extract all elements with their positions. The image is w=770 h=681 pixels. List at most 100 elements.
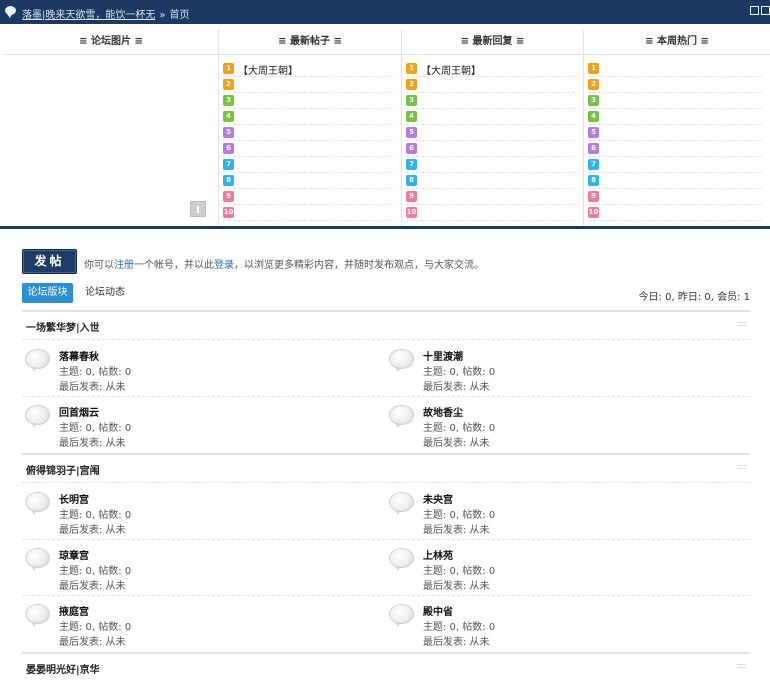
list-item[interactable]: 7 (406, 157, 575, 173)
forum-name[interactable]: 掖庭宫 (59, 603, 89, 618)
list-item[interactable]: 6 (223, 141, 393, 157)
forum-name[interactable]: 十里渡潮 (423, 348, 463, 363)
tab-forum-sections[interactable]: 论坛版块 (22, 283, 73, 303)
column-title: ≡ 本周热门 ≡ (584, 29, 770, 55)
list-item[interactable]: 6 (406, 141, 575, 157)
column-title: ≡ 最新帖子 ≡ (219, 29, 401, 55)
image-nav-icon[interactable] (190, 201, 206, 217)
forum-item[interactable]: 长明宫 主题: 0, 帖数: 0 最后发表: 从未 (22, 486, 222, 536)
forum-name[interactable]: 殿中省 (423, 603, 453, 618)
list-item[interactable]: 4 (223, 109, 393, 125)
forum-item[interactable]: 未央宫 主题: 0, 帖数: 0 最后发表: 从未 (386, 486, 586, 536)
forum-bubble-icon (389, 405, 414, 428)
list-item[interactable]: 1 【大周王朝】 (406, 61, 575, 77)
collapse-icon[interactable] (737, 465, 746, 469)
login-link[interactable]: 登录 (214, 260, 234, 271)
list-item[interactable]: 4 (406, 109, 575, 125)
forum-item[interactable]: 殿中省 主题: 0, 帖数: 0 最后发表: 从未 (386, 598, 586, 648)
rank-number-icon: 4 (588, 111, 599, 122)
rank-number-icon: 7 (223, 159, 234, 170)
rank-number-icon: 2 (588, 79, 599, 90)
window-maximize-icon[interactable] (761, 6, 770, 15)
register-link[interactable]: 注册 (114, 260, 134, 271)
forum-bubble-icon (25, 548, 50, 571)
top-nav-bar: 落墨|晚来天欲雪，能饮一杯无 » 首页 (0, 0, 770, 24)
forum-bubble-icon (389, 492, 414, 515)
thread-title[interactable]: 【大周王朝】 (238, 62, 298, 77)
forum-stats: 主题: 0, 帖数: 0 (59, 423, 132, 434)
list-item[interactable]: 10 (223, 205, 393, 221)
forum-bubble-icon (25, 492, 50, 515)
rank-number-icon: 1 (223, 63, 234, 74)
forum-stats: 主题: 0, 帖数: 0 (423, 423, 496, 434)
list-item[interactable]: 9 (588, 189, 762, 205)
list-item[interactable]: 3 (406, 93, 575, 109)
forum-stats: 主题: 0, 帖数: 0 (423, 510, 496, 521)
forum-group-header[interactable]: 俯得锦羽子|宫闱 (22, 453, 750, 477)
rank-number-icon: 7 (588, 159, 599, 170)
forum-item[interactable]: 上林苑 主题: 0, 帖数: 0 最后发表: 从未 (386, 542, 586, 592)
list-item[interactable]: 10 (588, 205, 762, 221)
forum-bubble-icon (25, 405, 50, 428)
list-item[interactable]: 1 【大周王朝】 (223, 61, 393, 77)
new-post-button[interactable]: 发帖 (22, 249, 77, 274)
forum-item[interactable]: 掖庭宫 主题: 0, 帖数: 0 最后发表: 从未 (22, 598, 222, 648)
column-title: ≡ 论坛图片 ≡ (4, 29, 218, 55)
new-posts-list: 1 【大周王朝】 2 3 4 5 6 7 8 9 10 (223, 61, 393, 221)
collapse-icon[interactable] (737, 322, 746, 326)
new-replies-list: 1 【大周王朝】 2 3 4 5 6 7 8 9 10 (406, 61, 575, 221)
collapse-icon[interactable] (737, 664, 746, 668)
forum-name[interactable]: 未央宫 (423, 491, 453, 506)
rank-number-icon: 10 (406, 207, 417, 218)
rank-number-icon: 7 (406, 159, 417, 170)
list-item[interactable]: 6 (588, 141, 762, 157)
list-item[interactable]: 2 (406, 77, 575, 93)
list-item[interactable]: 8 (406, 173, 575, 189)
tab-forum-activity[interactable]: 论坛动态 (80, 283, 130, 303)
rank-number-icon: 4 (406, 111, 417, 122)
forum-name[interactable]: 长明宫 (59, 491, 89, 506)
list-item[interactable]: 9 (406, 189, 575, 205)
list-item[interactable]: 7 (588, 157, 762, 173)
breadcrumb-home-link[interactable]: 落墨|晚来天欲雪，能饮一杯无 (22, 10, 155, 21)
forum-last-post: 最后发表: 从未 (423, 382, 490, 393)
rank-number-icon: 5 (223, 127, 234, 138)
list-item[interactable]: 5 (406, 125, 575, 141)
forum-item[interactable]: 琼章宫 主题: 0, 帖数: 0 最后发表: 从未 (22, 542, 222, 592)
list-item[interactable]: 3 (223, 93, 393, 109)
list-item[interactable]: 8 (588, 173, 762, 189)
forum-item[interactable]: 故地香尘 主题: 0, 帖数: 0 最后发表: 从未 (386, 399, 586, 449)
portal-column-weekly-hot: ≡ 本周热门 ≡ 1 2 3 4 5 6 7 8 9 10 (584, 29, 770, 227)
forum-group-header[interactable]: 一场繁华梦|入世 (22, 310, 750, 334)
list-item[interactable]: 7 (223, 157, 393, 173)
forum-name[interactable]: 故地香尘 (423, 404, 463, 419)
list-item[interactable]: 4 (588, 109, 762, 125)
list-item[interactable]: 2 (223, 77, 393, 93)
list-item[interactable]: 5 (223, 125, 393, 141)
list-item[interactable]: 8 (223, 173, 393, 189)
forum-last-post: 最后发表: 从未 (423, 525, 490, 536)
forum-last-post: 最后发表: 从未 (59, 637, 126, 648)
list-item[interactable]: 2 (588, 77, 762, 93)
forum-stats: 主题: 0, 帖数: 0 (423, 566, 496, 577)
forum-item[interactable]: 回首烟云 主题: 0, 帖数: 0 最后发表: 从未 (22, 399, 222, 449)
list-item[interactable]: 10 (406, 205, 575, 221)
forum-name[interactable]: 回首烟云 (59, 404, 99, 419)
forum-name[interactable]: 琼章宫 (59, 547, 89, 562)
list-item[interactable]: 9 (223, 189, 393, 205)
rank-number-icon: 5 (588, 127, 599, 138)
list-item[interactable]: 5 (588, 125, 762, 141)
thread-title[interactable]: 【大周王朝】 (421, 62, 481, 77)
window-restore-icon[interactable] (750, 6, 759, 15)
forum-group-header[interactable]: 晏晏明光好|京华 (22, 652, 750, 676)
forum-stats: 主题: 0, 帖数: 0 (59, 367, 132, 378)
list-item[interactable]: 1 (588, 61, 762, 77)
forum-item[interactable]: 十里渡潮 主题: 0, 帖数: 0 最后发表: 从未 (386, 343, 586, 393)
group-name: 俯得锦羽子|宫闱 (26, 466, 100, 477)
list-item[interactable]: 3 (588, 93, 762, 109)
rank-number-icon: 3 (223, 95, 234, 106)
forum-name[interactable]: 落幕春秋 (59, 348, 99, 363)
forum-name[interactable]: 上林苑 (423, 547, 453, 562)
forum-stats: 主题: 0, 帖数: 0 (59, 510, 132, 521)
forum-item[interactable]: 落幕春秋 主题: 0, 帖数: 0 最后发表: 从未 (22, 343, 222, 393)
